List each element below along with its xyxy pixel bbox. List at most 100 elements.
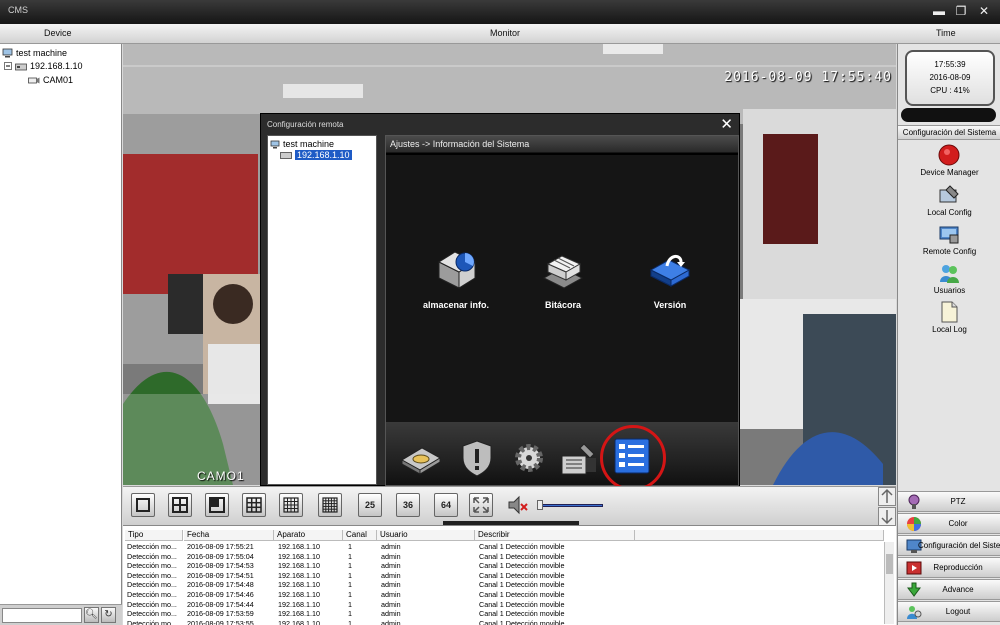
table-cell: Detección mo...: [127, 618, 177, 625]
minimize-icon[interactable]: ▬: [930, 3, 948, 19]
remote-config-button[interactable]: Remote Config: [898, 223, 1000, 261]
table-row[interactable]: Detección mo... 2016-08-09 17:55:21 192.16…: [123, 542, 893, 552]
column-header[interactable]: Aparato: [274, 530, 343, 541]
logout-button[interactable]: Logout: [898, 601, 1000, 622]
version-button[interactable]: Versión: [622, 248, 718, 318]
tree-root[interactable]: test machine: [2, 48, 67, 58]
layout-6-button[interactable]: [205, 493, 229, 517]
column-header[interactable]: Usuario: [377, 530, 475, 541]
video-timestamp: 2016-08-09 17:55:40: [724, 70, 892, 85]
search-input[interactable]: [2, 608, 82, 623]
playback-button[interactable]: Reproducción: [898, 557, 1000, 578]
layout-64-button[interactable]: 64: [434, 493, 458, 517]
section-header-bar: Device Monitor Time: [0, 24, 1000, 44]
restore-icon[interactable]: ❐: [952, 3, 970, 19]
tree-root-label: test machine: [16, 48, 68, 58]
table-row[interactable]: Detección mo... 2016-08-09 17:55:04 192.16…: [123, 552, 893, 562]
local-config-icon: [939, 185, 959, 203]
tree-camera[interactable]: CAM01: [28, 75, 73, 85]
log-scrollbar[interactable]: [884, 542, 894, 624]
fullscreen-icon: [473, 497, 489, 513]
dialog-tree-device[interactable]: 192.168.1.10: [280, 150, 352, 160]
local-log-button[interactable]: Local Log: [898, 301, 1000, 339]
ptz-label: PTZ: [950, 497, 966, 506]
advance-button[interactable]: Advance: [898, 579, 1000, 600]
layout-4-button[interactable]: [168, 493, 192, 517]
document-icon: [941, 301, 958, 323]
info-icon[interactable]: [612, 436, 652, 476]
column-header[interactable]: Describir: [475, 530, 635, 541]
users-button[interactable]: Usuarios: [898, 262, 1000, 300]
color-button[interactable]: Color: [898, 513, 1000, 534]
shield-icon[interactable]: [456, 438, 498, 478]
local-log-label: Local Log: [932, 325, 967, 334]
search-button[interactable]: 🔍︎: [84, 607, 99, 623]
mute-icon[interactable]: [506, 493, 530, 517]
tools-icon[interactable]: [558, 438, 600, 478]
layout-36-button[interactable]: 36: [396, 493, 420, 517]
app-title: CMS: [8, 5, 28, 15]
local-config-button[interactable]: Local Config: [898, 184, 1000, 222]
dialog-tree-device-label: 192.168.1.10: [295, 150, 352, 160]
refresh-button[interactable]: ↻: [101, 607, 116, 623]
column-header[interactable]: Tipo: [125, 530, 183, 541]
system-config-button[interactable]: Configuración del Sistema: [898, 535, 1000, 556]
dialog-tree-root[interactable]: test machine: [270, 139, 334, 149]
fullscreen-button[interactable]: [469, 493, 493, 517]
table-cell: 1: [348, 570, 352, 580]
table-cell: Canal 1 Detección movible: [479, 551, 565, 561]
collapse-icon[interactable]: [4, 62, 12, 70]
table-cell: Canal 1 Detección movible: [479, 580, 565, 590]
camera-icon: [28, 77, 40, 83]
log-scrollbar-thumb[interactable]: [886, 554, 893, 574]
volume-slider[interactable]: [541, 504, 603, 507]
table-row[interactable]: Detección mo... 2016-08-09 17:54:46 192.16…: [123, 590, 893, 600]
layout-16b-button[interactable]: [318, 493, 342, 517]
close-icon: ✕: [720, 116, 733, 133]
volume-knob[interactable]: [537, 500, 543, 510]
monitor-header: Monitor: [490, 28, 521, 38]
ptz-button[interactable]: PTZ: [898, 491, 1000, 512]
table-cell: 1: [348, 590, 352, 599]
table-row[interactable]: Detección mo... 2016-08-09 17:53:55 192.16…: [123, 619, 893, 625]
quad-view-icon: [172, 497, 188, 513]
table-cell: 2016-08-09 17:53:59: [187, 609, 254, 619]
table-row[interactable]: Detección mo... 2016-08-09 17:54:44 192.16…: [123, 600, 893, 610]
device-manager-button[interactable]: Device Manager: [898, 144, 1000, 182]
hard-drive-icon: [437, 251, 477, 289]
table-cell: 192.168.1.10: [278, 609, 320, 619]
scroll-arrows[interactable]: [878, 487, 896, 526]
close-icon[interactable]: ✕: [975, 3, 993, 19]
sixteen-view-icon: [283, 497, 299, 513]
advance-label: Advance: [942, 585, 974, 594]
tree-device-label: 192.168.1.10: [30, 61, 83, 71]
table-cell: 1: [348, 609, 352, 619]
log-icon: [542, 255, 584, 289]
log-button[interactable]: Bitácora: [515, 248, 611, 318]
dialog-bottom-toolbar: [386, 422, 738, 491]
column-header[interactable]: Canal: [343, 530, 377, 541]
table-cell: 192.168.1.10: [278, 618, 320, 625]
table-cell: Canal 1 Detección movible: [479, 599, 565, 609]
dialog-close-button[interactable]: ✕: [720, 117, 733, 132]
table-row[interactable]: Detección mo... 2016-08-09 17:54:53 192.16…: [123, 561, 893, 571]
table-cell: Detección mo...: [127, 599, 177, 609]
storage-info-button[interactable]: almacenar info.: [408, 248, 504, 318]
table-row[interactable]: Detección mo... 2016-08-09 17:53:59 192.16…: [123, 609, 893, 619]
column-header[interactable]: Fecha: [184, 530, 274, 541]
table-cell: 1: [348, 618, 352, 625]
table-cell: 1: [348, 542, 352, 551]
layout-25-button[interactable]: 25: [358, 493, 382, 517]
gear-icon[interactable]: [508, 438, 550, 478]
layout-9-button[interactable]: [242, 493, 266, 517]
playback-label: Reproducción: [933, 563, 983, 572]
layout-16-button[interactable]: [279, 493, 303, 517]
table-row[interactable]: Detección mo... 2016-08-09 17:54:51 192.16…: [123, 571, 893, 581]
record-icon: [938, 144, 960, 166]
disk-icon[interactable]: [400, 438, 442, 478]
breadcrumb: Ajustes -> Información del Sistema: [386, 136, 738, 152]
layout-1-button[interactable]: [131, 493, 155, 517]
table-row[interactable]: Detección mo... 2016-08-09 17:54:48 192.16…: [123, 580, 893, 590]
tree-device[interactable]: 192.168.1.10: [4, 61, 83, 71]
table-cell: Canal 1 Detección movible: [479, 609, 565, 619]
